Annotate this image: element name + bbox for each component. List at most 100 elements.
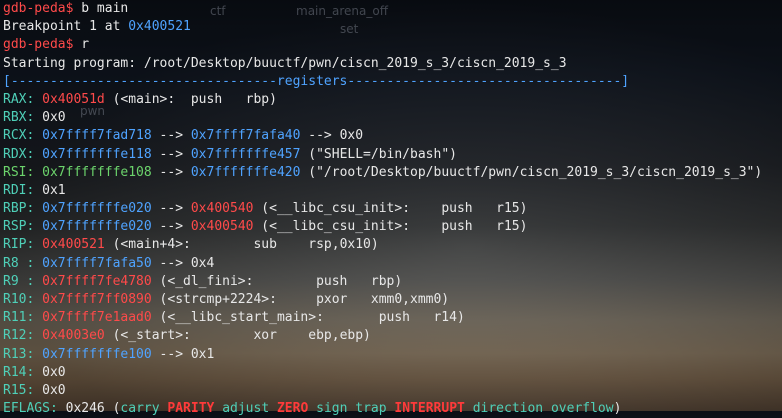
pointer-arrow: --> — [151, 164, 191, 180]
register-value: 0x7fffffffe108 — [42, 164, 152, 180]
register-name: RDI: — [3, 182, 35, 198]
register-detail: 0x0 — [34, 382, 66, 398]
register-row: RDX: 0x7fffffffe118 --> 0x7fffffffe457 (… — [3, 146, 779, 164]
gdb-terminal[interactable]: gdb-peda$ b main Breakpoint 1 at 0x40052… — [0, 0, 782, 416]
eflags-flag — [465, 401, 473, 416]
pointer-arrow: --> — [151, 219, 191, 235]
register-value: 0x7ffff7ff0890 — [42, 292, 152, 307]
pointer-arrow: --> — [151, 201, 191, 217]
pointer-arrow: --> — [151, 128, 191, 144]
register-detail: 0x0 — [34, 364, 66, 380]
register-name: RAX: — [3, 91, 35, 107]
register-detail: (<strcmp+2224>: pxor xmm0,xmm0) — [151, 292, 450, 307]
register-value: 0x7ffff7fad718 — [42, 128, 152, 144]
eflags-flag — [308, 401, 316, 416]
eflags-flag: PARITY — [167, 401, 215, 417]
register-name: R12: — [3, 328, 35, 344]
eflags-flag — [269, 401, 277, 416]
register-name: R9 : — [3, 273, 35, 289]
eflags-flag: direction — [472, 401, 544, 417]
eflags-close: ) — [613, 401, 622, 417]
register-value: 0x7ffff7fafa50 — [42, 255, 152, 271]
register-value: 0x7fffffffe118 — [42, 146, 152, 162]
register-value: 0x7fffffffe100 — [42, 346, 152, 362]
register-row: R11: 0x7ffff7e1aad0 (<__libc_start_main>… — [3, 309, 779, 327]
breakpoint-address: 0x400521 — [128, 19, 191, 35]
register-row: RIP: 0x400521 (<main+4>: sub rsp,0x10) — [3, 236, 779, 254]
register-detail: 0x1 — [34, 182, 66, 198]
register-name: RSI: — [3, 164, 35, 180]
register-name: R14: — [3, 364, 35, 380]
pointer-value: 0x400540 — [190, 201, 254, 217]
register-row: RCX: 0x7ffff7fad718 --> 0x7ffff7fafa40 -… — [3, 127, 779, 145]
breakpoint-text: Breakpoint 1 at — [3, 19, 129, 35]
registers-panel: RAX: 0x40051d (<main>: push rbp) RBX: 0x0… — [3, 91, 779, 400]
register-value: 0x7ffff7e1aad0 — [42, 310, 152, 326]
register-row: RAX: 0x40051d (<main>: push rbp) — [3, 91, 779, 109]
register-detail: (<__libc_start_main>: push r14) — [151, 310, 465, 326]
register-row: RSI: 0x7fffffffe108 --> 0x7fffffffe420 (… — [3, 164, 779, 182]
register-name: R15: — [3, 382, 35, 398]
eflags-flag: adjust — [222, 401, 270, 417]
eflags-flag: INTERRUPT — [394, 401, 465, 417]
register-value: 0x7fffffffe020 — [42, 201, 152, 217]
eflags-flag: ZERO — [276, 401, 309, 417]
register-name: RSP: — [3, 219, 35, 235]
pointer-arrow: --> — [151, 146, 191, 162]
register-name: RBP: — [3, 201, 35, 217]
register-row: RBX: 0x0 — [3, 109, 779, 127]
gdb-prompt: gdb-peda$ — [3, 1, 82, 16]
register-row: R12: 0x4003e0 (<_start>: xor ebp,ebp) — [3, 327, 779, 345]
command-text: b main — [81, 1, 129, 16]
register-name: RDX: — [3, 146, 35, 162]
register-detail: --> 0x4 — [151, 255, 215, 271]
starting-program-line: Starting program: /root/Desktop/buuctf/p… — [3, 55, 567, 71]
pointer-value: 0x7fffffffe420 — [190, 164, 301, 180]
breakpoint-line: Breakpoint 1 at 0x400521 — [3, 18, 779, 36]
register-row: R14: 0x0 — [3, 364, 779, 382]
register-detail: 0x0 — [34, 110, 66, 126]
command-text: r — [81, 37, 90, 53]
register-value: 0x7fffffffe020 — [42, 219, 152, 235]
eflags-flag — [543, 401, 551, 416]
register-value: 0x400521 — [42, 237, 105, 253]
register-name: R8 : — [3, 255, 35, 271]
command-line: gdb-peda$ r — [3, 36, 779, 54]
pointer-value: 0x7fffffffe457 — [190, 146, 301, 162]
register-row: R13: 0x7fffffffe100 --> 0x1 — [3, 346, 779, 364]
register-row: RDI: 0x1 — [3, 182, 779, 200]
register-detail: (<_start>: xor ebp,ebp) — [104, 328, 371, 344]
pointer-value: 0x400540 — [190, 219, 254, 235]
register-row: RBP: 0x7fffffffe020 --> 0x400540 (<__lib… — [3, 200, 779, 218]
register-detail: --> 0x0 — [300, 128, 364, 144]
register-name: RCX: — [3, 128, 35, 144]
register-value: 0x7ffff7fe4780 — [42, 273, 152, 289]
register-value: 0x4003e0 — [42, 328, 105, 344]
register-name: RBX: — [3, 110, 35, 126]
register-row: R9 : 0x7ffff7fe4780 (<_dl_fini>: push rb… — [3, 273, 779, 291]
registers-separator: [----------------------------------regis… — [3, 73, 630, 89]
register-value: 0x40051d — [42, 91, 105, 107]
register-detail: (<main+4>: sub rsp,0x10) — [104, 237, 379, 253]
register-detail: (<__libc_csu_init>: push r15) — [253, 219, 528, 235]
register-detail: ("/root/Desktop/buuctf/pwn/ciscn_2019_s_… — [300, 164, 763, 180]
register-detail: (<_dl_fini>: push rbp) — [151, 273, 403, 289]
register-row: R15: 0x0 — [3, 382, 779, 400]
eflags-flag: sign — [316, 401, 348, 417]
eflags-flag — [214, 401, 222, 416]
register-name: R13: — [3, 346, 35, 362]
eflags-flag: carry — [120, 401, 160, 417]
register-name: RIP: — [3, 237, 35, 253]
eflags-value: 0x246 ( — [57, 401, 121, 417]
register-detail: --> 0x1 — [151, 346, 215, 362]
eflags-flag: overflow — [550, 401, 614, 417]
register-row: R10: 0x7ffff7ff0890 (<strcmp+2224>: pxor… — [3, 291, 779, 309]
eflags-label: EFLAGS: — [3, 401, 58, 417]
eflags-flag: trap — [355, 401, 387, 417]
command-line: gdb-peda$ b main — [3, 0, 779, 18]
pointer-value: 0x7ffff7fafa40 — [190, 128, 301, 144]
register-name: R10: — [3, 292, 35, 307]
register-detail: (<main>: push rbp) — [104, 91, 277, 107]
eflags-line: EFLAGS: 0x246 (carry PARITY adjust ZERO … — [3, 400, 779, 418]
register-detail: (<__libc_csu_init>: push r15) — [253, 201, 528, 217]
